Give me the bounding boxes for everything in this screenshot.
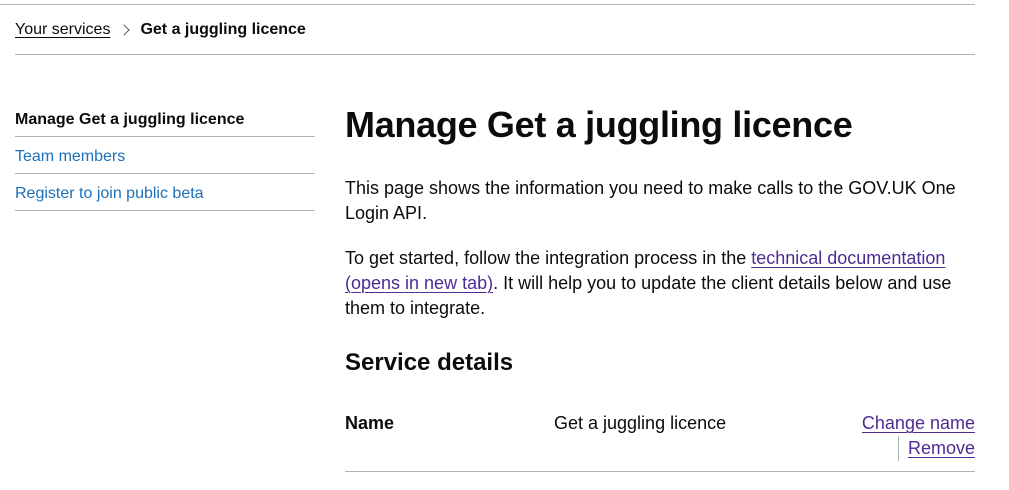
summary-actions: Change name Remove	[862, 411, 975, 461]
summary-key-name: Name	[345, 413, 395, 433]
page-title: Manage Get a juggling licence	[345, 104, 853, 145]
sidenav-item-register-public-beta[interactable]: Register to join public beta	[15, 174, 315, 211]
remove-link[interactable]: Remove	[897, 436, 975, 461]
getting-started-prefix: To get started, follow the integration p…	[345, 248, 752, 268]
summary-value-name: Get a juggling licence	[554, 413, 727, 433]
sidenav-team-members-link[interactable]: Team members	[15, 148, 125, 165]
breadcrumb-your-services-link[interactable]: Your services	[15, 20, 110, 40]
sidenav-item-manage: Manage Get a juggling licence	[15, 100, 315, 137]
top-divider	[0, 4, 975, 5]
sidenav-register-public-beta-link[interactable]: Register to join public beta	[15, 185, 204, 202]
breadcrumb: Your services Get a juggling licence	[15, 19, 306, 41]
main-content: Manage Get a juggling licence This page …	[345, 100, 975, 472]
chevron-right-icon	[118, 24, 131, 36]
service-details-heading: Service details	[345, 349, 514, 376]
sidenav-item-label: Manage Get a juggling licence	[15, 111, 245, 128]
change-name-link[interactable]: Change name	[862, 411, 975, 436]
breadcrumb-divider	[15, 54, 975, 55]
side-navigation: Manage Get a juggling licence Team membe…	[15, 100, 315, 211]
summary-row-name: Name Get a juggling licence Change name …	[345, 410, 975, 472]
breadcrumb-current-page: Get a juggling licence	[140, 21, 306, 38]
intro-paragraph: This page shows the information you need…	[345, 178, 956, 223]
sidenav-item-team-members[interactable]: Team members	[15, 137, 315, 174]
getting-started-paragraph: To get started, follow the integration p…	[345, 246, 975, 321]
